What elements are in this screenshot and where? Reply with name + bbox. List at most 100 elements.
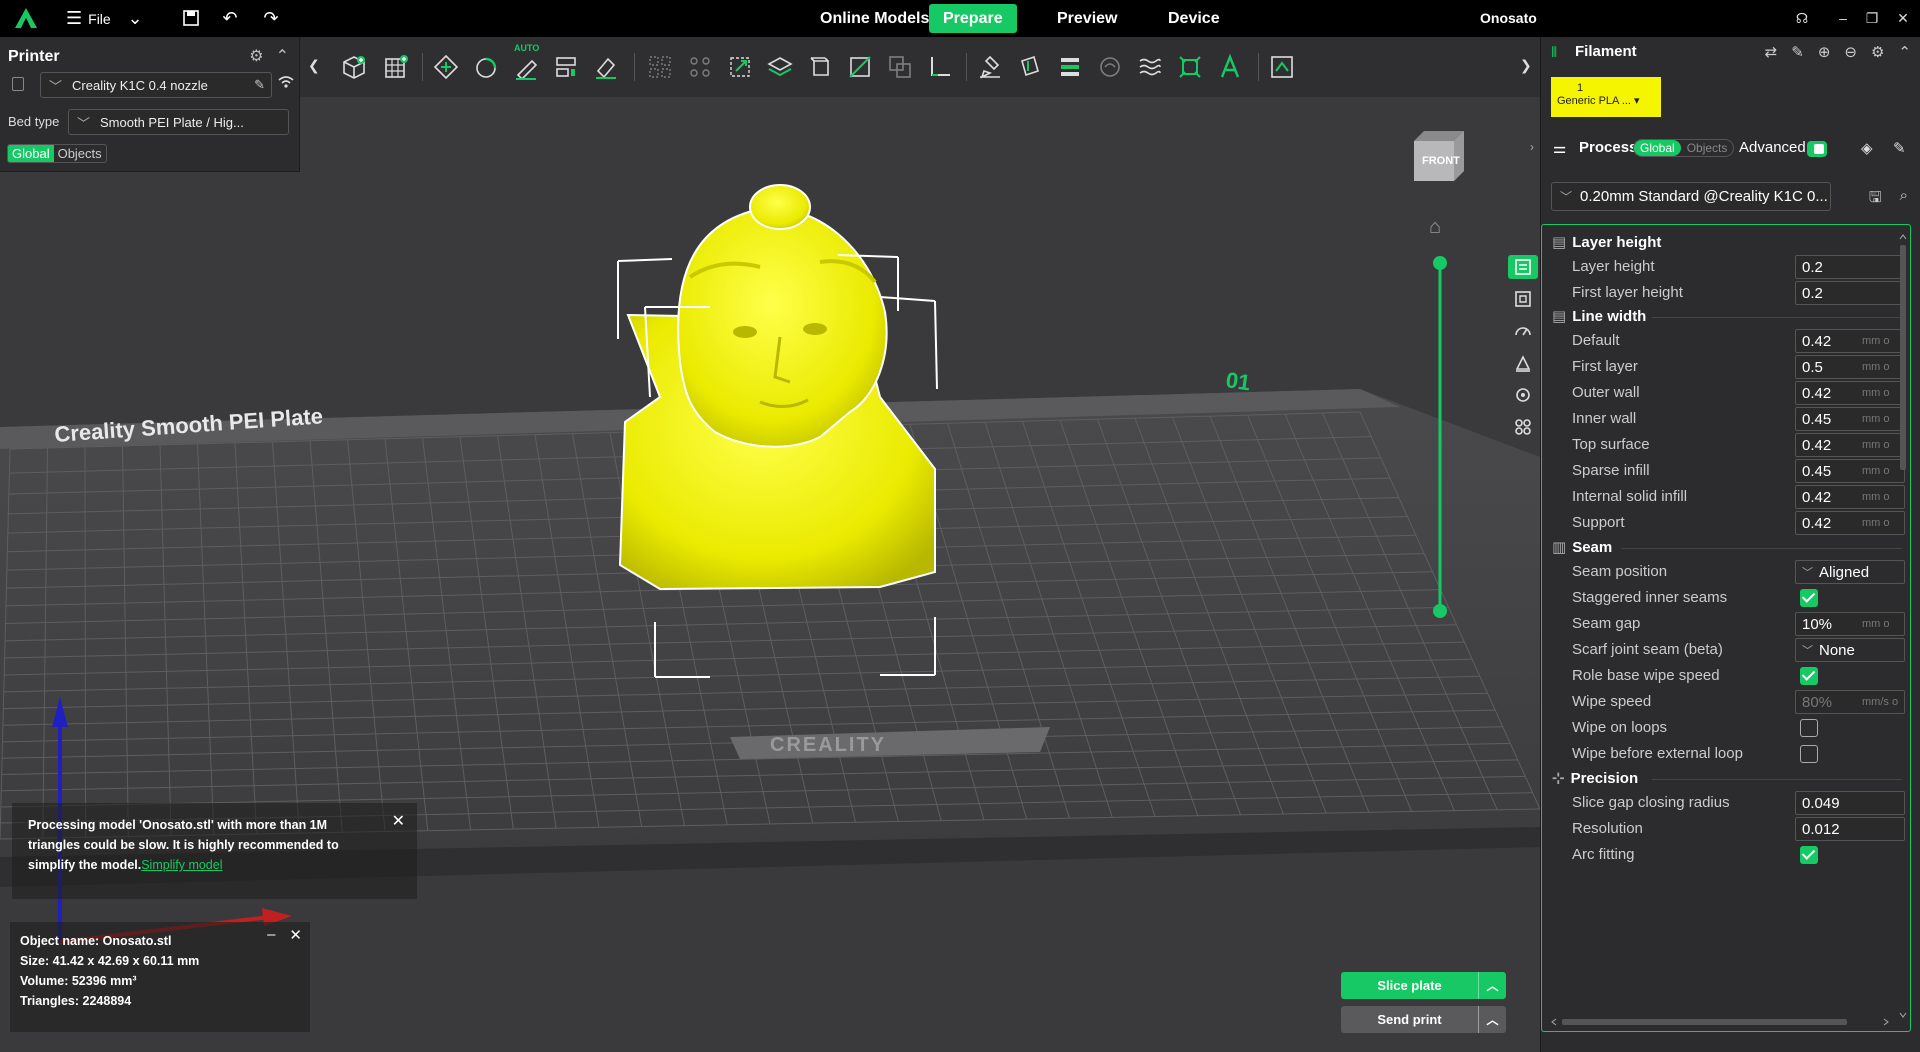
role-base-wipe-speed-checkbox[interactable] — [1800, 667, 1818, 685]
undo-icon[interactable]: ↶ — [219, 7, 241, 29]
speed-gauge-icon[interactable] — [1508, 319, 1538, 343]
filament-slot-1[interactable]: 1 Generic PLA ... ▾ — [1551, 77, 1661, 117]
collapse-up-icon[interactable]: ⌃ — [1898, 43, 1911, 61]
line-width-internal-solid-input[interactable]: 0.42 mm o — [1795, 485, 1905, 509]
printer-settings-gear-icon[interactable]: ⚙ — [249, 46, 263, 66]
tab-online-models[interactable]: Online Models — [806, 4, 943, 33]
filament-edit-icon[interactable]: ✎ — [1791, 43, 1804, 61]
filament-settings-gear-icon[interactable]: ⚙ — [1871, 43, 1884, 61]
multi-material-icon[interactable] — [1508, 415, 1538, 439]
orient-icon[interactable] — [428, 49, 464, 85]
tab-prepare[interactable]: Prepare — [929, 4, 1017, 33]
redo-icon[interactable]: ↷ — [260, 7, 282, 29]
close-icon[interactable]: ✕ — [289, 926, 302, 944]
line-width-default-input[interactable]: 0.42 mm o — [1795, 329, 1905, 353]
minimize-info-icon[interactable]: – — [267, 926, 275, 944]
model-bust[interactable] — [618, 184, 936, 591]
horizontal-scrollbar[interactable] — [1550, 1017, 1890, 1027]
cube-outline-icon[interactable] — [802, 49, 838, 85]
slice-gap-closing-radius-input[interactable]: 0.049 — [1795, 791, 1905, 815]
toolbar-scroll-left-icon[interactable]: ❮ — [308, 57, 320, 74]
assembly-icon[interactable] — [1172, 49, 1208, 85]
save-preset-icon[interactable]: 🖫 — [1869, 187, 1882, 212]
line-width-first-layer-input[interactable]: 0.5 mm o — [1795, 355, 1905, 379]
color-paint-icon[interactable] — [1052, 49, 1088, 85]
measure-icon[interactable] — [922, 49, 958, 85]
cut-icon[interactable] — [842, 49, 878, 85]
first-layer-height-input[interactable]: 0.2 — [1795, 281, 1905, 305]
printer-select[interactable]: ﹀ Creality K1C 0.4 nozzle ✎ — [40, 72, 272, 98]
seam-paint-icon[interactable] — [1012, 49, 1048, 85]
tab-preview[interactable]: Preview — [1043, 4, 1131, 33]
plate-list-icon[interactable] — [1508, 287, 1538, 311]
send-print-button[interactable]: Send print ︿ — [1341, 1006, 1506, 1033]
support-paint-icon[interactable] — [972, 49, 1008, 85]
scarf-joint-seam-select[interactable]: ﹀ None — [1795, 638, 1905, 662]
collapse-up-icon[interactable]: ⌃ — [276, 46, 289, 66]
arrange-icon[interactable] — [548, 49, 584, 85]
line-width-sparse-infill-input[interactable]: 0.45 mm o — [1795, 459, 1905, 483]
variable-layer-icon[interactable] — [1092, 49, 1128, 85]
simplify-model-link[interactable]: Simplify model — [141, 858, 222, 872]
tab-device[interactable]: Device — [1154, 4, 1234, 33]
split-objects-icon[interactable] — [642, 49, 678, 85]
slice-plate-button[interactable]: Slice plate ︿ — [1341, 972, 1506, 999]
lay-on-face-icon[interactable] — [588, 49, 624, 85]
resolution-input[interactable]: 0.012 — [1795, 817, 1905, 841]
close-button[interactable]: ✕ — [1893, 8, 1913, 28]
seam-position-select[interactable]: ﹀ Aligned — [1795, 560, 1905, 584]
toolbar-scroll-right-icon[interactable]: ❯ — [1520, 57, 1532, 74]
add-object-icon[interactable] — [336, 49, 372, 85]
add-filament-icon[interactable]: ⊕ — [1818, 43, 1831, 61]
plate-slice-icon[interactable] — [762, 49, 798, 85]
dropdown-chevron-icon[interactable]: ⌄ — [124, 7, 146, 29]
boolean-icon[interactable] — [882, 49, 918, 85]
wifi-icon[interactable] — [278, 75, 294, 92]
panel-collapse-icon[interactable]: › — [1530, 140, 1534, 154]
auto-orient-icon[interactable] — [468, 49, 504, 85]
line-width-outer-wall-input[interactable]: 0.42 mm o — [1795, 381, 1905, 405]
save-icon[interactable] — [180, 7, 202, 29]
seam-gap-input[interactable]: 10% mm o — [1795, 612, 1905, 636]
edit-pencil-icon[interactable]: ✎ — [254, 77, 265, 93]
svg-emboss-icon[interactable] — [1264, 49, 1300, 85]
arc-fitting-checkbox[interactable] — [1800, 846, 1818, 864]
process-scope-objects[interactable]: Objects — [1681, 140, 1734, 156]
wipe-before-external-loop-checkbox[interactable] — [1800, 745, 1818, 763]
process-edit-icon[interactable]: ✎ — [1893, 139, 1906, 157]
filament-sync-icon[interactable]: ⇄ — [1765, 43, 1778, 61]
process-scope-global[interactable]: Global — [1634, 140, 1681, 156]
fuzzy-skin-icon[interactable] — [1132, 49, 1168, 85]
split-parts-icon[interactable] — [682, 49, 718, 85]
remove-filament-icon[interactable]: ⊖ — [1844, 43, 1857, 61]
staggered-inner-seams-checkbox[interactable] — [1800, 589, 1818, 607]
file-menu[interactable]: ☰ File — [66, 8, 111, 29]
line-width-support-input[interactable]: 0.42 mm o — [1795, 511, 1905, 535]
layer-height-input[interactable]: 0.2 — [1795, 255, 1905, 279]
support-icon[interactable] — [1508, 351, 1538, 375]
restore-button[interactable]: ❐ — [1862, 8, 1882, 28]
wipe-speed-input[interactable]: 80% mm/s o — [1795, 690, 1905, 714]
minimize-button[interactable]: – — [1833, 8, 1853, 28]
settings-target-icon[interactable] — [1508, 383, 1538, 407]
view-cube[interactable]: FRONT — [1410, 127, 1466, 187]
process-compare-icon[interactable]: ◈ — [1861, 139, 1873, 157]
object-list-icon[interactable] — [1508, 255, 1538, 279]
close-icon[interactable]: ✕ — [392, 811, 405, 831]
chevron-up-icon[interactable]: ︿ — [1477, 1006, 1506, 1033]
line-width-inner-wall-input[interactable]: 0.45 mm o — [1795, 407, 1905, 431]
support-headset-icon[interactable]: ☊ — [1792, 8, 1812, 28]
chevron-up-icon[interactable]: ︿ — [1477, 972, 1506, 999]
search-icon[interactable]: ⌕ — [1900, 187, 1908, 212]
auto-arrange-icon[interactable]: AUTO — [508, 43, 544, 85]
vertical-scrollbar[interactable] — [1898, 233, 1908, 1021]
wipe-on-loops-checkbox[interactable] — [1800, 719, 1818, 737]
add-plate-icon[interactable] — [378, 49, 414, 85]
line-width-top-surface-input[interactable]: 0.42 mm o — [1795, 433, 1905, 457]
text-emboss-icon[interactable] — [1212, 49, 1248, 85]
scale-icon[interactable] — [722, 49, 758, 85]
home-view-icon[interactable]: ⌂ — [1429, 216, 1451, 238]
advanced-toggle[interactable] — [1807, 141, 1827, 157]
process-preset-select[interactable]: ﹀ 0.20mm Standard @Creality K1C 0... — [1551, 182, 1831, 211]
3d-viewport[interactable]: Creality Smooth PEI Plate 01 CREALITY FR… — [0, 97, 1540, 1052]
